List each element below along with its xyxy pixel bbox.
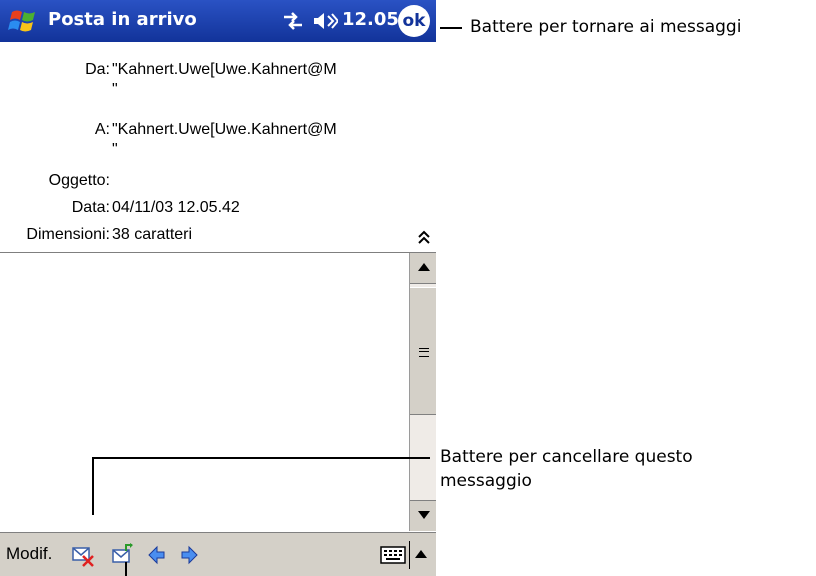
edit-menu[interactable]: Modif.	[6, 544, 52, 564]
previous-arrow-icon[interactable]	[146, 543, 168, 567]
size-label: Dimensioni:	[26, 226, 110, 243]
delete-callout-text-2: messaggio	[440, 471, 532, 491]
scroll-down-button[interactable]	[410, 500, 436, 531]
app-title[interactable]: Posta in arrivo	[48, 9, 197, 30]
sip-separator	[409, 541, 410, 569]
windows-flag-icon[interactable]	[8, 6, 40, 36]
pocket-pc-screen: Posta in arrivo 12.05 ok Da: "Kahnert.Uw…	[0, 0, 436, 576]
ok-callout-line	[440, 27, 462, 29]
to-label: A:	[94, 121, 110, 138]
connectivity-icon[interactable]	[282, 10, 304, 32]
title-bar: Posta in arrivo 12.05 ok	[0, 0, 436, 42]
sip-up-arrow-icon[interactable]	[415, 550, 427, 558]
grip-icon	[419, 348, 429, 357]
from-value[interactable]: "Kahnert.Uwe[Uwe.Kahnert@M	[112, 61, 382, 79]
keyboard-icon[interactable]	[380, 545, 406, 565]
ok-callout-text: Battere per tornare ai messaggi	[470, 17, 742, 37]
date-label: Data:	[71, 199, 110, 216]
scroll-down-icon	[418, 511, 430, 519]
delete-callout-text-1: Battere per cancellare questo	[440, 447, 693, 467]
from-value-cont: "	[112, 81, 118, 98]
subject-label: Oggetto:	[48, 172, 110, 189]
ok-button[interactable]: ok	[398, 5, 430, 37]
from-label: Da:	[85, 61, 110, 78]
reply-icon[interactable]	[112, 543, 134, 567]
delete-message-icon[interactable]	[72, 543, 94, 567]
speaker-icon[interactable]	[312, 10, 338, 32]
size-value: 38 caratteri	[112, 226, 193, 243]
collapse-header-icon[interactable]	[418, 229, 430, 245]
scroll-up-icon	[418, 263, 430, 271]
menu-bar: Modif.	[0, 532, 436, 576]
date-value: 04/11/03 12.05.42	[112, 199, 240, 216]
vertical-scrollbar[interactable]	[409, 253, 436, 531]
reply-callout-line	[125, 562, 127, 576]
scroll-up-button[interactable]	[410, 253, 436, 284]
delete-callout-line-h	[92, 457, 430, 459]
clock[interactable]: 12.05	[342, 9, 399, 30]
next-arrow-icon[interactable]	[178, 543, 200, 567]
scroll-thumb[interactable]	[410, 287, 436, 415]
delete-callout-line-v	[92, 457, 94, 515]
to-value[interactable]: "Kahnert.Uwe[Uwe.Kahnert@M	[112, 121, 382, 139]
message-body[interactable]	[0, 253, 409, 531]
to-value-cont: "	[112, 141, 118, 158]
